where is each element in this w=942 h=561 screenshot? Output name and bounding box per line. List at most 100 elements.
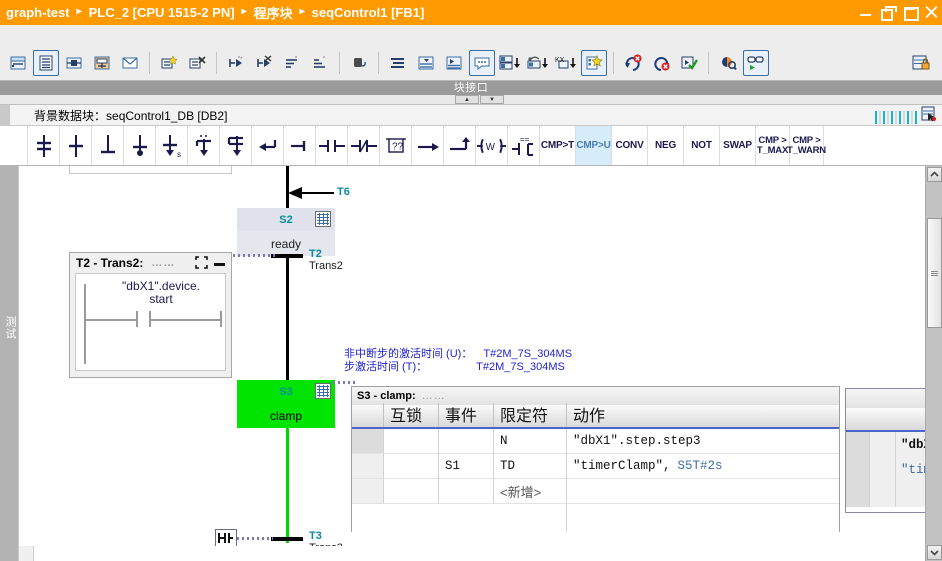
fbd-view-icon[interactable]	[61, 50, 87, 76]
favorites-icon[interactable]	[581, 50, 607, 76]
close-branch-icon[interactable]	[251, 50, 277, 76]
scroll-up-arrow-icon[interactable]	[927, 167, 942, 182]
go-to-previous-error-icon[interactable]	[648, 50, 674, 76]
step-s3-grid-icon[interactable]	[315, 383, 331, 399]
row-selector-cell[interactable]	[352, 429, 384, 454]
restore-icon[interactable]	[881, 6, 897, 21]
scroll-down-arrow-icon[interactable]	[927, 545, 942, 560]
transition-bar-t3[interactable]	[271, 537, 303, 541]
alternative-branch-icon[interactable]	[220, 126, 252, 165]
step-transition-icon[interactable]	[28, 126, 60, 165]
breadcrumb-item-block[interactable]: seqControl1 [FB1]	[312, 5, 425, 20]
palette-neg[interactable]: NEG	[648, 126, 684, 165]
go-to-next-error-icon[interactable]	[620, 50, 646, 76]
cell-event[interactable]: S1	[439, 454, 494, 479]
cell-interlock[interactable]	[384, 429, 439, 454]
pointer-db-icon[interactable]	[921, 106, 938, 128]
monitoring-on-icon[interactable]	[715, 50, 741, 76]
palette-cmp-gt-tmax[interactable]: CMP > T_MAX	[756, 126, 790, 165]
step-s2-grid-icon[interactable]	[315, 211, 331, 227]
table-row[interactable]: <新增>	[352, 479, 839, 504]
step-sequence-end-icon[interactable]: s	[156, 126, 188, 165]
collapse-networks-icon[interactable]	[413, 50, 439, 76]
symbol-info-icon[interactable]	[525, 50, 551, 76]
splitter-down-arrow[interactable]: ▼	[480, 95, 504, 104]
table-row[interactable]: N "dbX1".step.step3	[352, 429, 839, 454]
insert-network-new-icon[interactable]	[156, 50, 182, 76]
breadcrumb-item-program-blocks[interactable]: 程序块	[254, 3, 293, 22]
show-all-networks-icon[interactable]	[385, 50, 411, 76]
left-task-rail[interactable]: 测试	[0, 166, 18, 561]
transition-t3-collapsed-icon[interactable]	[215, 529, 237, 546]
palette-conv[interactable]: CONV	[612, 126, 648, 165]
comment-block-icon[interactable]	[117, 50, 143, 76]
step-icon[interactable]	[60, 126, 92, 165]
palette-not[interactable]: NOT	[684, 126, 720, 165]
jump-to-step-icon[interactable]	[124, 126, 156, 165]
cell-action[interactable]	[567, 479, 839, 504]
delete-network-icon[interactable]	[184, 50, 210, 76]
insert-network-icon[interactable]	[5, 50, 31, 76]
lad-view-icon[interactable]	[33, 50, 59, 76]
minimize-icon[interactable]	[213, 256, 227, 270]
absolute-symbolic-icon[interactable]	[497, 50, 523, 76]
cell-qualifier[interactable]: TD	[494, 454, 567, 479]
row-selector-cell[interactable]	[352, 479, 384, 504]
action-table-back[interactable]: "dbX "tim	[845, 388, 925, 513]
palette-cmp-gt-twarn[interactable]: CMP > T_WARN	[787, 126, 826, 165]
left-rail-label[interactable]: 测试	[2, 316, 16, 340]
sort-descending-icon[interactable]	[307, 50, 333, 76]
block-protection-icon[interactable]	[908, 50, 934, 76]
palette-cmp-gt-t[interactable]: CMP>T	[540, 126, 576, 165]
graph-canvas[interactable]: T6 S2 ready T2 Trans2 T2 - Trans2: …… "d…	[19, 166, 925, 546]
open-branch-icon[interactable]	[223, 50, 249, 76]
maximize-icon[interactable]	[903, 6, 919, 21]
compare-box-icon[interactable]: ==	[508, 126, 540, 165]
block-interface-bar[interactable]: 块接口	[0, 81, 942, 95]
coil-w-icon[interactable]: W	[476, 126, 508, 165]
breadcrumb-item-plc[interactable]: PLC_2 [CPU 1515-2 PN]	[89, 5, 235, 20]
graph-view-icon[interactable]	[89, 50, 115, 76]
empty-box-icon[interactable]: ??	[380, 126, 412, 165]
step-block-s3[interactable]: S3 clamp	[237, 380, 335, 428]
minimize-icon[interactable]	[859, 6, 872, 19]
cell-event[interactable]	[439, 429, 494, 454]
jump-icon[interactable]	[412, 126, 444, 165]
cell-event[interactable]	[439, 479, 494, 504]
cell-qualifier-add-new[interactable]: <新增>	[494, 479, 567, 504]
breadcrumb-item-project[interactable]: graph-test	[6, 5, 70, 20]
simultaneous-branch-icon[interactable]	[188, 126, 220, 165]
row-selector-cell[interactable]	[352, 454, 384, 479]
transition-popup-t2[interactable]: T2 - Trans2: …… "dbX1".device. start	[69, 252, 232, 378]
ladder-contact-left[interactable]	[136, 311, 138, 327]
update-inconsistent-icon[interactable]	[676, 50, 702, 76]
cross-reference-icon[interactable]: KX	[553, 50, 579, 76]
cell-action[interactable]: "timerClamp", S5T#2s	[567, 454, 839, 479]
branch-close-icon[interactable]	[284, 126, 316, 165]
jump-return-icon[interactable]	[444, 126, 476, 165]
sort-ascending-icon[interactable]	[279, 50, 305, 76]
cell-interlock[interactable]	[384, 454, 439, 479]
palette-cmp-gt-u[interactable]: CMP>U	[576, 126, 612, 165]
expand-icon[interactable]	[195, 256, 209, 270]
branch-return-icon[interactable]	[252, 126, 284, 165]
toggle-comments-icon[interactable]	[469, 50, 495, 76]
splitter-up-arrow[interactable]: ▲	[455, 95, 479, 104]
table-row[interactable]: S1 TD "timerClamp", S5T#2s	[352, 454, 839, 479]
no-contact-icon[interactable]	[316, 126, 348, 165]
canvas-vertical-scrollbar[interactable]	[925, 166, 942, 561]
nc-contact-icon[interactable]	[348, 126, 380, 165]
cell-action[interactable]: "dbX1".step.step3	[567, 429, 839, 454]
glasses-monitor-icon[interactable]	[743, 50, 769, 76]
transition-ladder-body[interactable]: "dbX1".device. start	[75, 273, 226, 371]
interface-splitter[interactable]: ▲ ▼	[0, 95, 942, 105]
cell-qualifier[interactable]: N	[494, 429, 567, 454]
transition-icon[interactable]	[92, 126, 124, 165]
palette-swap[interactable]: SWAP	[720, 126, 756, 165]
cell-interlock[interactable]	[384, 479, 439, 504]
scroll-thumb[interactable]	[927, 218, 942, 328]
action-table-s3[interactable]: S3 - clamp: …… 互锁 事件 限定符 动作 N "dbX1".ste…	[351, 386, 840, 532]
close-icon[interactable]	[925, 6, 938, 19]
undo-history-icon[interactable]	[346, 50, 372, 76]
expand-networks-icon[interactable]	[441, 50, 467, 76]
